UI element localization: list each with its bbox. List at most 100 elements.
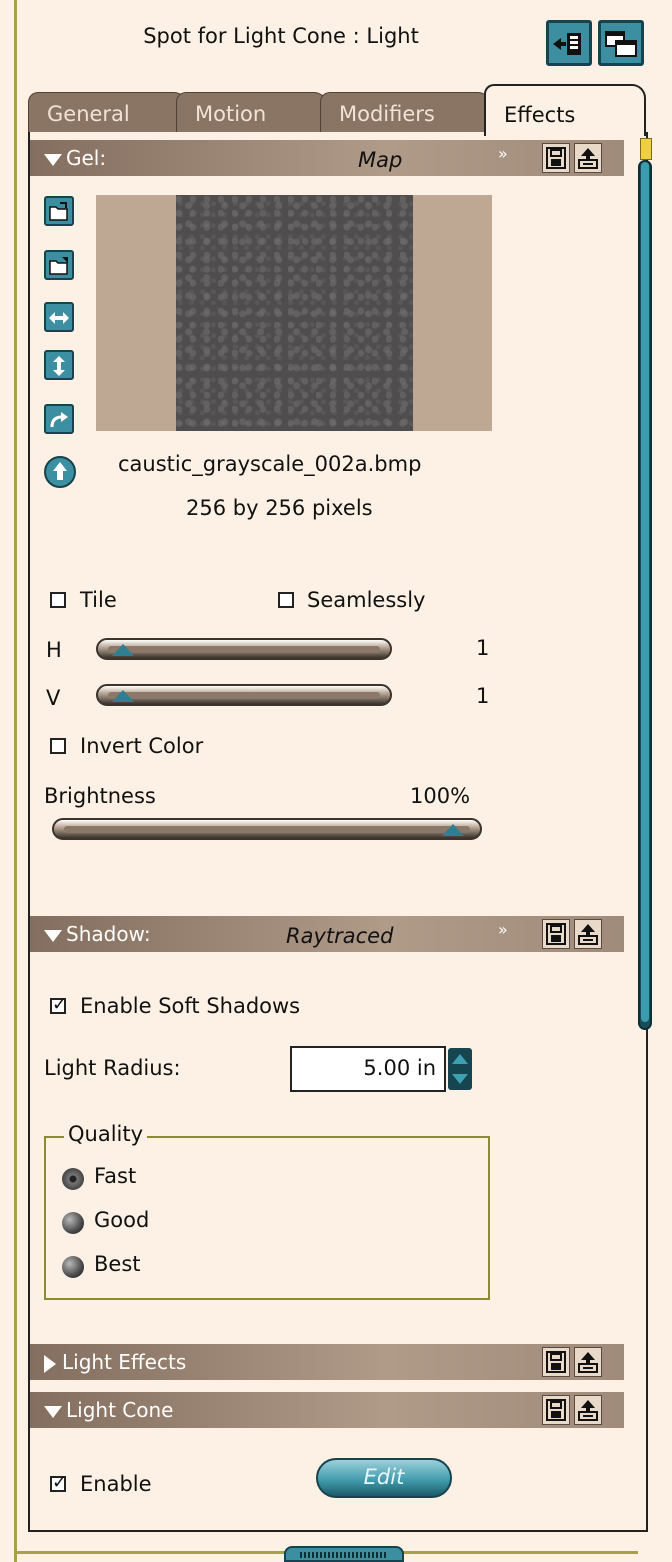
quality-good-radio[interactable] xyxy=(62,1212,84,1234)
load-tray-icon xyxy=(578,924,598,945)
window-mode-button[interactable] xyxy=(598,20,644,66)
v-value: 1 xyxy=(476,684,490,708)
edit-button[interactable]: Edit xyxy=(316,1458,452,1498)
floppy-disk-icon xyxy=(546,923,566,945)
vertical-scrollbar[interactable] xyxy=(638,160,652,1030)
dropdown-chevron-icon[interactable]: » xyxy=(498,144,508,163)
load-preset-button[interactable] xyxy=(574,143,602,173)
folder-arrow-icon xyxy=(49,257,68,275)
dropdown-chevron-icon[interactable]: » xyxy=(498,920,508,939)
save-preset-button[interactable] xyxy=(542,1395,570,1425)
tile-label: Tile xyxy=(80,588,117,612)
h-slider[interactable] xyxy=(96,638,392,660)
open-folder-icon xyxy=(49,202,68,221)
load-tray-icon xyxy=(578,148,598,169)
light-effects-label: Light Effects xyxy=(62,1350,187,1374)
tab-motion[interactable]: Motion xyxy=(176,92,328,134)
brightness-label: Brightness xyxy=(44,784,156,808)
soft-shadows-checkbox[interactable] xyxy=(50,994,67,1015)
gel-map-preview xyxy=(176,195,413,431)
light-cone-label-wrap: Light Cone xyxy=(44,1398,173,1422)
flip-horizontal-button[interactable] xyxy=(44,302,74,332)
shadow-label: Shadow: xyxy=(66,922,151,946)
light-cone-section-header[interactable]: Light Cone xyxy=(30,1392,624,1428)
load-tray-icon xyxy=(578,1352,598,1373)
quality-group-title: Quality xyxy=(64,1122,148,1146)
collapse-triangle-icon xyxy=(44,929,62,942)
title-bar: Spot for Light Cone : Light xyxy=(20,8,652,66)
quality-good-label: Good xyxy=(94,1208,150,1232)
rotate-arrow-icon xyxy=(50,412,68,428)
resize-grip[interactable] xyxy=(284,1546,404,1562)
quality-best-radio[interactable] xyxy=(62,1256,84,1278)
h-label: H xyxy=(46,638,62,662)
brightness-value: 100% xyxy=(410,784,471,808)
v-label: V xyxy=(46,686,61,710)
gel-filename: caustic_grayscale_002a.bmp xyxy=(118,452,422,476)
stepper-up-icon[interactable] xyxy=(452,1054,468,1064)
floppy-disk-icon xyxy=(546,147,566,169)
upload-button[interactable] xyxy=(44,456,76,488)
open-file-button[interactable] xyxy=(44,196,74,226)
quality-best-label: Best xyxy=(94,1252,141,1276)
expand-triangle-icon xyxy=(44,1354,56,1373)
brightness-slider[interactable] xyxy=(52,818,482,840)
light-effects-section-header[interactable]: Light Effects xyxy=(30,1344,624,1380)
v-slider-handle[interactable] xyxy=(112,690,134,702)
tab-effects-label: Effects xyxy=(504,103,576,127)
scroll-cap xyxy=(640,138,652,160)
floppy-disk-icon xyxy=(546,1399,566,1421)
scrollbar-thumb[interactable] xyxy=(641,162,649,1022)
dock-left-icon xyxy=(553,33,581,55)
tab-general-label: General xyxy=(47,102,130,126)
shadow-section-header[interactable]: Shadow: Raytraced » xyxy=(30,916,624,952)
brightness-slider-handle[interactable] xyxy=(442,824,464,836)
dock-panel-button[interactable] xyxy=(546,20,592,66)
tab-motion-label: Motion xyxy=(195,102,267,126)
rotate-button[interactable] xyxy=(44,404,74,434)
save-preset-button[interactable] xyxy=(542,143,570,173)
light-effects-label-wrap: Light Effects xyxy=(44,1350,186,1374)
gel-dimensions: 256 by 256 pixels xyxy=(186,496,373,520)
gel-label: Gel: xyxy=(66,146,107,170)
load-preset-button[interactable] xyxy=(574,1347,602,1377)
light-radius-input[interactable]: 5.00 in xyxy=(290,1046,446,1092)
collapse-triangle-icon xyxy=(44,1405,62,1418)
quality-fast-label: Fast xyxy=(94,1164,137,1188)
shadow-mode[interactable]: Raytraced xyxy=(286,924,393,948)
save-preset-button[interactable] xyxy=(542,1347,570,1377)
gel-section-header[interactable]: Gel: Map » xyxy=(30,140,624,176)
seamlessly-label: Seamlessly xyxy=(307,588,426,612)
floppy-disk-icon xyxy=(546,1351,566,1373)
tab-effects[interactable]: Effects xyxy=(484,84,646,136)
gel-section-label: Gel: xyxy=(44,146,106,170)
flip-vertical-button[interactable] xyxy=(44,350,74,380)
gel-mode[interactable]: Map xyxy=(358,148,402,172)
windows-icon xyxy=(605,31,637,57)
brightness-slider-groove xyxy=(64,826,470,833)
load-preset-button[interactable] xyxy=(574,919,602,949)
tile-checkbox[interactable] xyxy=(50,592,66,608)
light-cone-label: Light Cone xyxy=(66,1398,174,1422)
light-radius-label: Light Radius: xyxy=(44,1056,181,1080)
seamlessly-checkbox[interactable] xyxy=(278,592,294,608)
tab-bar: General Motion Modifiers Effects xyxy=(28,78,648,136)
h-slider-groove xyxy=(108,646,380,653)
soft-shadows-label: Enable Soft Shadows xyxy=(80,994,301,1018)
load-preset-button[interactable] xyxy=(574,1395,602,1425)
tab-modifiers[interactable]: Modifiers xyxy=(320,92,492,134)
tab-general[interactable]: General xyxy=(28,92,188,134)
quality-fast-radio[interactable] xyxy=(62,1168,84,1190)
invert-color-checkbox[interactable] xyxy=(50,738,66,754)
browse-file-button[interactable] xyxy=(44,250,74,280)
stepper-down-icon[interactable] xyxy=(452,1074,468,1084)
shadow-section-label: Shadow: xyxy=(44,922,151,946)
v-slider[interactable] xyxy=(96,684,392,706)
h-slider-handle[interactable] xyxy=(112,644,134,656)
light-cone-enable-checkbox[interactable] xyxy=(50,1472,67,1493)
up-arrow-icon xyxy=(53,462,67,480)
save-preset-button[interactable] xyxy=(542,919,570,949)
load-tray-icon xyxy=(578,1400,598,1421)
light-radius-stepper[interactable] xyxy=(448,1048,472,1090)
collapse-triangle-icon xyxy=(44,153,62,166)
